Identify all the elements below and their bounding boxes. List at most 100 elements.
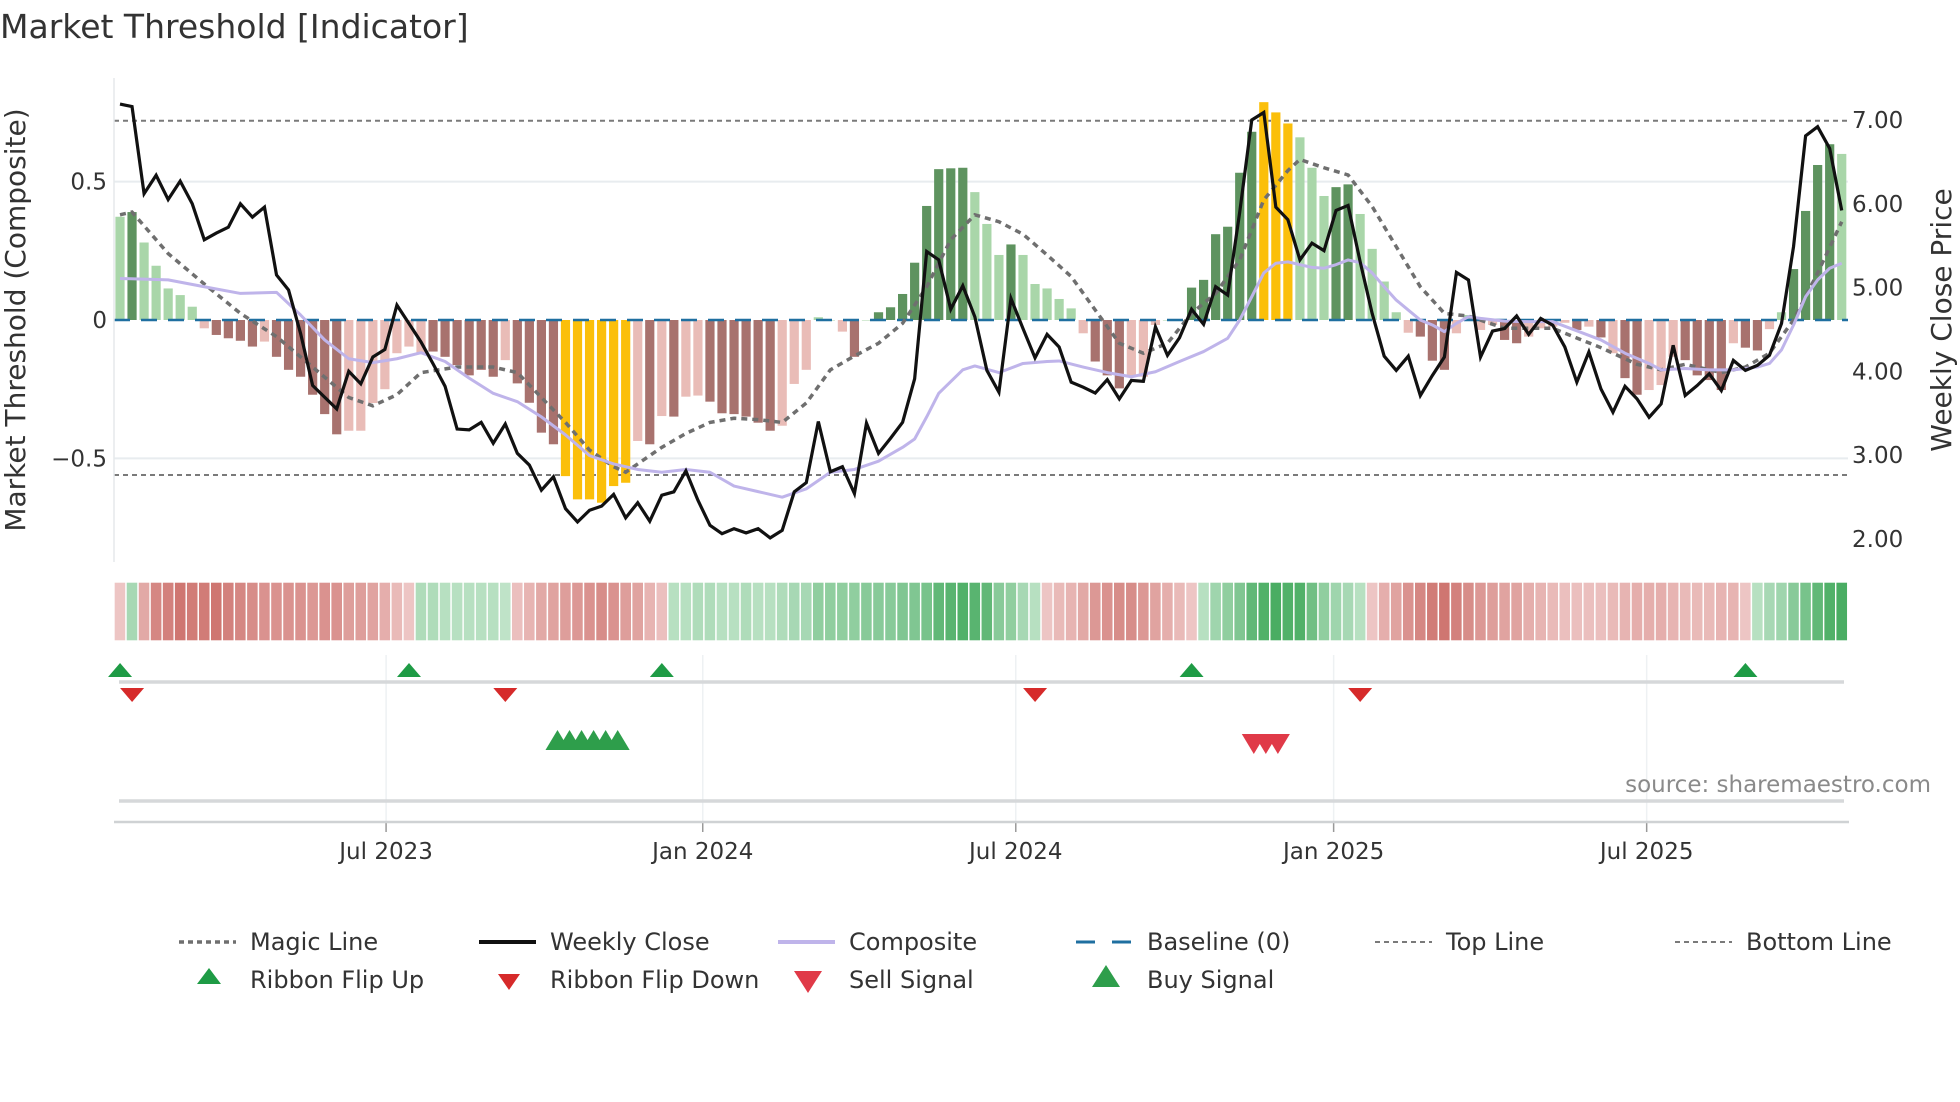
composite-bar (934, 169, 944, 320)
grid-layer (114, 119, 1848, 477)
ribbon-cell (775, 581, 789, 642)
ribbon-cell (1786, 581, 1801, 642)
ribbon-cell (1208, 581, 1223, 642)
ribbon-cell (1473, 581, 1488, 642)
ribbon-cell (269, 581, 284, 642)
ribbon-cell (1353, 581, 1367, 642)
ribbon-cell (1726, 581, 1741, 642)
ribbon-cell (811, 581, 826, 642)
ribbon-cell (510, 581, 525, 642)
ribbon-cell (1112, 581, 1127, 642)
composite-bar (500, 320, 510, 361)
composite-bar (789, 320, 799, 384)
legend-label: Ribbon Flip Down (550, 966, 759, 994)
ribbon-cell (1257, 581, 1271, 642)
legend-item-buy: Buy Signal (1092, 965, 1274, 994)
composite-bar (271, 320, 282, 357)
composite-bar (1042, 288, 1052, 320)
legend-item-flip_down: Ribbon Flip Down (498, 966, 759, 994)
ribbon-cell (1533, 581, 1548, 642)
composite-bar (428, 320, 438, 352)
ribbon-cell (1377, 581, 1391, 642)
ribbon-cell (1822, 581, 1837, 642)
composite-bar (380, 320, 390, 390)
composite-bar (1560, 320, 1570, 323)
composite-bar (1114, 320, 1124, 389)
ribbon-cell (1196, 581, 1211, 642)
ribbon-cell (1702, 581, 1717, 642)
composite-bar (898, 293, 908, 320)
ribbon-cell (1076, 581, 1090, 642)
ribbon-cell (787, 581, 801, 642)
ribbon-cell (1028, 581, 1042, 642)
ribbon-cell (1269, 581, 1283, 642)
ribbon-cell (1401, 581, 1416, 642)
ribbon-flip-up-marker (649, 663, 674, 677)
source-label: source: sharemaestro.com (1625, 772, 1931, 798)
ribbon-cell (558, 581, 573, 642)
composite-bar (223, 320, 233, 339)
composite-bar (741, 320, 751, 417)
ribbon-cell (703, 581, 717, 642)
ribbon-cell (667, 581, 681, 642)
composite-bar (1752, 320, 1763, 351)
ribbon-cell (378, 581, 392, 642)
ribbon-cell (1594, 581, 1608, 642)
ribbon-cell (1172, 581, 1187, 642)
ribbon-cell (534, 581, 549, 642)
triangle-down-icon (794, 971, 822, 993)
composite-bar (1620, 320, 1630, 379)
composite-bar (753, 320, 763, 423)
ribbon-cell (835, 581, 850, 642)
ribbon-cell (1148, 581, 1163, 642)
ribbon-cell (1100, 581, 1115, 642)
ribbon-cell (643, 581, 657, 642)
ribbon-cell (173, 581, 187, 642)
ribbon-cell (137, 581, 151, 642)
composite-bar (669, 320, 679, 417)
composite-bar (1403, 320, 1413, 333)
ribbon-cell (1497, 581, 1512, 642)
composite-bar (982, 223, 992, 320)
legend-label: Weekly Close (550, 928, 710, 956)
ribbon-cell (763, 581, 777, 642)
composite-bar (1740, 320, 1750, 348)
ribbon-cell (1413, 581, 1428, 642)
composite-bar (837, 320, 847, 332)
ribbon-cell (1834, 581, 1849, 642)
ribbon-cell (414, 581, 428, 642)
ribbon-cell (1774, 581, 1789, 642)
ribbon-cell (366, 581, 380, 642)
composite-bar (1331, 187, 1341, 320)
ribbon-flip-up-marker (108, 663, 133, 677)
legend-label: Bottom Line (1746, 928, 1892, 956)
composite-bar (861, 320, 872, 321)
ribbon-cell (390, 581, 404, 642)
composite-bar (584, 320, 595, 500)
ribbon-cell (1305, 581, 1319, 642)
legend-label: Ribbon Flip Up (250, 966, 424, 994)
ribbon-flip-down-marker (493, 688, 518, 702)
ribbon-cell (1582, 581, 1596, 642)
ribbon-cell (655, 581, 669, 642)
ribbon-cell (691, 581, 705, 642)
ribbon-cell (1281, 581, 1295, 642)
triangle-down-icon (498, 974, 520, 990)
composite-bar (452, 320, 462, 366)
ribbon-cell (546, 581, 561, 642)
legend-item-composite: Composite (778, 928, 977, 956)
ribbon-cell (293, 581, 308, 642)
composite-bars (115, 102, 1847, 503)
ribbon-cell (883, 581, 898, 642)
ribbon-cell (1341, 581, 1355, 642)
legend-item-flip_up: Ribbon Flip Up (197, 966, 424, 994)
ribbon-cell (245, 581, 260, 642)
composite-bar (1271, 112, 1281, 321)
ribbon-cell (679, 581, 693, 642)
ribbon-cell (1088, 581, 1102, 642)
right-axis-title: Weekly Close Price (1925, 188, 1958, 451)
ribbon-cell (1485, 581, 1500, 642)
legend-item-bottom: Bottom Line (1675, 928, 1892, 956)
ribbon-cell (426, 581, 440, 642)
x-tick-label: Jul 2024 (967, 839, 1063, 865)
